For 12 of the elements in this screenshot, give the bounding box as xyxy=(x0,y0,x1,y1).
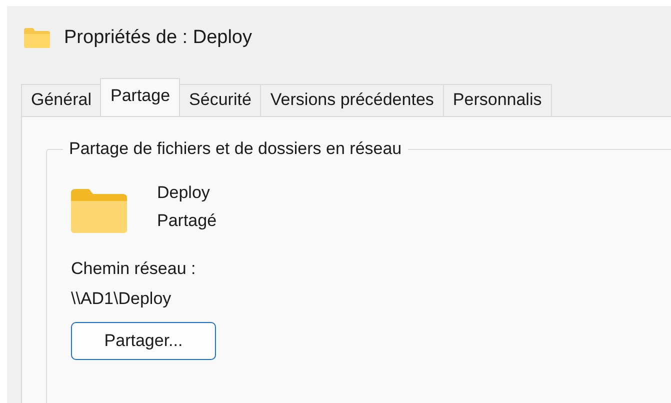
path-label: Chemin réseau : xyxy=(71,259,196,279)
group-title: Partage de fichiers et de dossiers en réseau xyxy=(63,139,408,159)
network-path: \\AD1\Deploy xyxy=(71,289,172,309)
folder-icon xyxy=(71,189,127,233)
tab[interactable]: Personnalis xyxy=(442,84,552,116)
folder-icon xyxy=(24,28,50,48)
tab[interactable]: Partage xyxy=(100,78,180,116)
window-title: Propriétés de : Deploy xyxy=(64,27,252,49)
share-status: Partagé xyxy=(157,211,217,231)
share-button[interactable]: Partager... xyxy=(71,322,216,360)
tab[interactable]: Général xyxy=(21,84,102,116)
folder-name: Deploy xyxy=(157,183,211,203)
